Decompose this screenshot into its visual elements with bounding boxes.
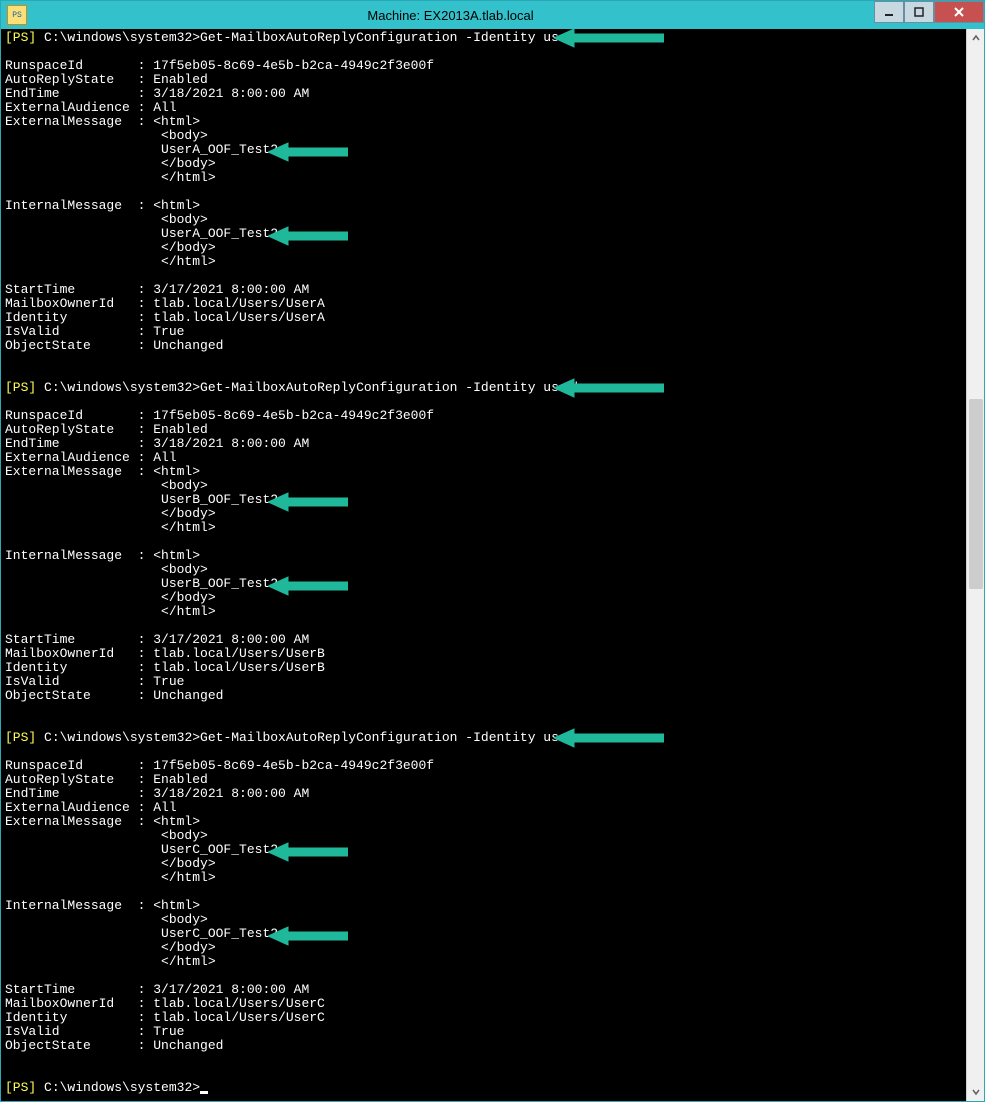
annotation-arrow-icon: [268, 575, 348, 597]
ps-prompt-marker: [PS]: [5, 730, 36, 745]
window-controls: [874, 1, 984, 23]
cursor: [200, 1091, 208, 1094]
annotation-arrow-icon: [554, 377, 664, 399]
ps-prompt-marker: [PS]: [5, 30, 36, 45]
annotation-arrow-icon: [554, 727, 664, 749]
annotation-arrow-icon: [268, 225, 348, 247]
annotation-arrow-icon: [268, 141, 348, 163]
scroll-down-arrow[interactable]: [967, 1083, 984, 1101]
scroll-thumb[interactable]: [969, 399, 983, 589]
close-button[interactable]: [934, 1, 984, 23]
minimize-button[interactable]: [874, 1, 904, 23]
powershell-icon: PS: [7, 5, 27, 25]
vertical-scrollbar[interactable]: [966, 29, 984, 1101]
annotation-arrow-icon: [268, 841, 348, 863]
annotation-arrow-icon: [268, 925, 348, 947]
window-titlebar[interactable]: PS Machine: EX2013A.tlab.local: [1, 1, 984, 29]
console-window: PS Machine: EX2013A.tlab.local [PS] C:\w…: [0, 0, 985, 1102]
window-title: Machine: EX2013A.tlab.local: [27, 8, 874, 23]
console-output[interactable]: [PS] C:\windows\system32>Get-MailboxAuto…: [1, 29, 966, 1101]
annotation-arrow-icon: [554, 27, 664, 49]
annotation-arrow-icon: [268, 491, 348, 513]
scroll-up-arrow[interactable]: [967, 29, 984, 47]
ps-prompt-marker: [PS]: [5, 1080, 36, 1095]
maximize-button[interactable]: [904, 1, 934, 23]
ps-prompt-marker: [PS]: [5, 380, 36, 395]
